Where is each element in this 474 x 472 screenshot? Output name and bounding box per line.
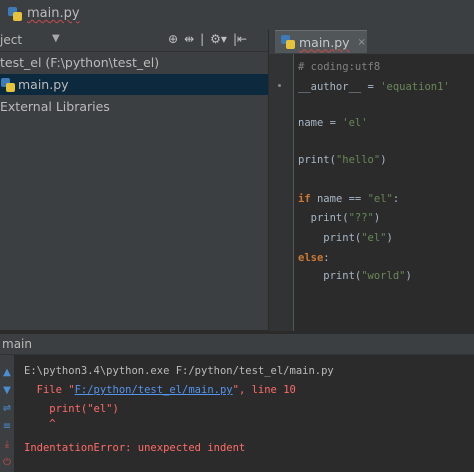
tree-item-project-root[interactable]: test_el (F:\python\test_el) — [0, 52, 268, 73]
code-token: print( — [298, 154, 336, 166]
settings-gear-icon[interactable]: ⚙▾ — [210, 32, 227, 46]
code-token: ) — [373, 212, 381, 224]
code-token: "world" — [361, 270, 406, 282]
sync-icon[interactable]: ⊕ — [168, 32, 178, 46]
console-command-line: E:\python3.4\python.exe F:/python/test_e… — [24, 365, 334, 377]
code-token: __author__ — [298, 81, 362, 93]
code-line: print("hello") — [298, 153, 387, 167]
tab-main-py[interactable]: main.py × — [275, 30, 367, 53]
collapse-all-icon[interactable]: ⇹ — [184, 32, 194, 46]
tree-item-external-libraries[interactable]: External Libraries — [0, 96, 268, 117]
project-panel-header: ject ▼ ⊕ ⇹ | ⚙▾ |⇤ — [0, 30, 268, 52]
tree-item-label: External Libraries — [0, 99, 110, 114]
code-line: # coding:utf8 — [298, 60, 380, 74]
code-token: : — [323, 252, 330, 264]
code-editor[interactable]: # coding:utf8 __author__ = 'equation1' nam… — [294, 54, 474, 331]
code-line: if name == "el": — [298, 192, 399, 206]
run-panel-toolbar: ▲ ▼ ⇌ ≡ ⤓ ⏻ — [0, 355, 14, 472]
python-file-icon — [281, 35, 295, 49]
scroll-up-icon[interactable]: ▲ — [1, 367, 13, 379]
traceback-suffix: ", line 10 — [232, 384, 296, 396]
code-token: print( — [298, 232, 362, 244]
print-icon[interactable]: ≡ — [1, 421, 13, 433]
code-token: ) — [405, 270, 412, 282]
project-view-dropdown-icon[interactable]: ▼ — [52, 33, 60, 44]
hide-panel-icon[interactable]: |⇤ — [233, 32, 247, 46]
code-token: "??" — [348, 212, 374, 224]
code-token: : — [392, 193, 400, 205]
traceback-file-link[interactable]: F:/python/test_el/main.py — [75, 384, 233, 396]
code-token: name == — [310, 193, 368, 205]
code-token: ) — [380, 154, 387, 166]
tree-item-main-py[interactable]: main.py — [0, 74, 268, 95]
code-line: name = 'el' — [298, 116, 368, 130]
code-line: __author__ = 'equation1' — [298, 80, 450, 94]
console-code-line: print("el") — [24, 403, 119, 415]
code-token: name — [298, 117, 324, 129]
code-token: print( — [298, 212, 349, 224]
tree-item-label: main.py — [18, 77, 69, 92]
console-error-message: IndentationError: unexpected indent — [24, 442, 246, 454]
toolbar-separator: | — [200, 32, 205, 46]
project-panel-toolbar: ⊕ ⇹ | ⚙▾ |⇤ — [168, 32, 247, 46]
run-panel-title: main — [2, 337, 32, 351]
run-panel-header: main — [0, 334, 474, 355]
console-traceback-line: File "F:/python/test_el/main.py", line 1… — [24, 383, 296, 397]
soft-wrap-icon[interactable]: ⇌ — [1, 403, 13, 415]
python-file-icon — [8, 6, 22, 21]
tree-item-label: test_el (F:\python\test_el) — [0, 55, 160, 70]
run-console[interactable]: E:\python3.4\python.exe F:/python/test_e… — [15, 355, 474, 472]
navigation-bar: main.py — [0, 0, 474, 31]
close-run-icon[interactable]: ⏻ — [1, 457, 13, 469]
tab-label: main.py — [299, 34, 350, 50]
python-file-icon — [1, 78, 15, 92]
console-caret-line: ^ — [24, 418, 56, 430]
close-icon[interactable]: × — [358, 37, 366, 48]
code-line: print("world") — [298, 269, 412, 283]
code-line: print("??") — [298, 211, 381, 225]
code-token: = — [361, 81, 381, 93]
breadcrumb-file-label: main.py — [27, 6, 80, 21]
code-token: # coding:utf8 — [298, 61, 381, 73]
stop-icon[interactable]: ⤓ — [1, 439, 13, 451]
code-token: ) — [386, 232, 393, 244]
code-token: else — [298, 252, 324, 264]
code-line: print("el") — [298, 231, 393, 245]
traceback-prefix: File " — [24, 384, 75, 396]
code-token: "el" — [361, 232, 387, 244]
code-token: "el" — [367, 193, 393, 205]
scroll-down-icon[interactable]: ▼ — [1, 385, 13, 397]
project-panel-title: ject — [0, 33, 23, 47]
project-tree: test_el (F:\python\test_el) main.py Exte… — [0, 52, 268, 330]
code-token: 'equation1' — [380, 81, 450, 93]
code-token: "hello" — [335, 154, 381, 166]
editor-gutter — [269, 54, 294, 331]
code-token: print( — [298, 270, 362, 282]
breadcrumb-file[interactable]: main.py — [8, 6, 80, 21]
code-line: else: — [298, 251, 330, 265]
code-token: = — [323, 117, 343, 129]
fold-marker-icon — [278, 84, 281, 87]
code-token: if — [298, 193, 311, 205]
code-token: 'el' — [342, 117, 368, 129]
